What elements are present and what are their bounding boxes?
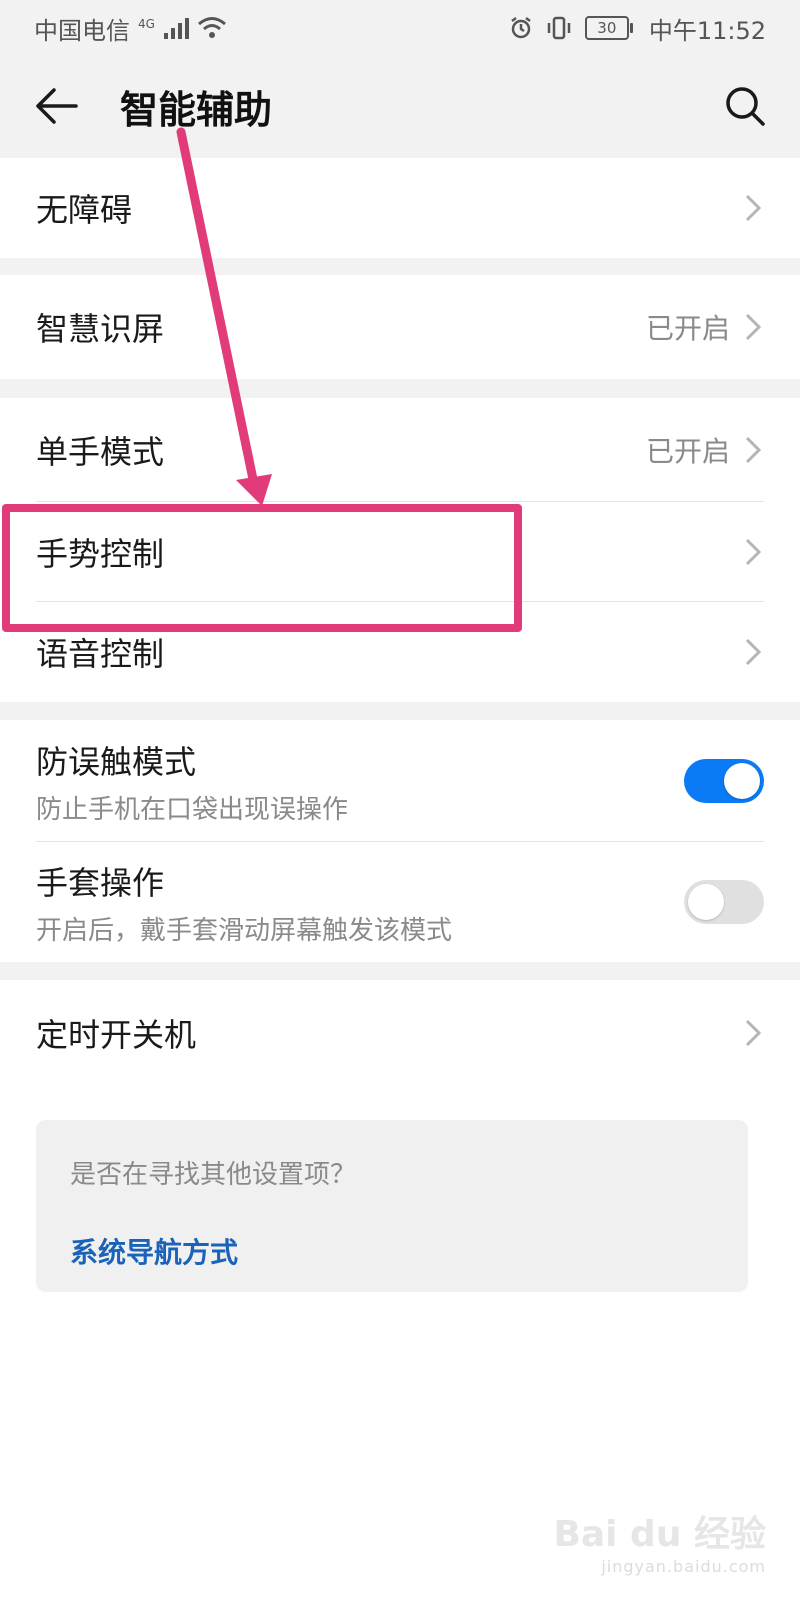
voice-control-item[interactable]: 语音控制 — [0, 602, 800, 702]
accessibility-item[interactable]: 无障碍 — [0, 158, 800, 258]
carrier-name: 中国电信 — [34, 16, 130, 45]
smart-screen-label: 智慧识屏 — [36, 310, 165, 348]
chevron-right-icon — [742, 637, 764, 667]
vibrate-icon — [547, 16, 571, 40]
gesture-control-item[interactable]: 手势控制 — [0, 502, 800, 602]
page-title: 智能辅助 — [120, 87, 273, 132]
gesture-control-label: 手势控制 — [36, 535, 165, 573]
anti-touch-toggle[interactable] — [684, 759, 764, 803]
status-bar: 中国电信 4G 30 中午11:52 — [0, 0, 800, 56]
one-hand-mode-status: 已开启 — [645, 435, 730, 468]
wifi-icon — [197, 17, 226, 38]
voice-control-label: 语音控制 — [36, 635, 165, 673]
scheduled-power-item[interactable]: 定时开关机 — [0, 980, 800, 1086]
back-button[interactable] — [34, 81, 84, 131]
alarm-icon — [511, 17, 531, 39]
suggestion-question: 是否在寻找其他设置项？ — [70, 1160, 357, 1190]
chevron-right-icon — [742, 312, 764, 342]
back-arrow-icon — [36, 88, 78, 124]
watermark-brand: Bai du 经验 — [553, 1514, 766, 1555]
smart-screen-item[interactable]: 智慧识屏 已开启 — [0, 275, 800, 379]
chevron-right-icon — [742, 537, 764, 567]
anti-touch-description: 防止手机在口袋出现误操作 — [36, 794, 349, 825]
anti-touch-label: 防误触模式 — [36, 742, 197, 781]
status-right: 30 中午11:52 — [509, 11, 766, 46]
accessibility-label: 无障碍 — [36, 191, 133, 229]
suggestion-box: 是否在寻找其他设置项？ 系统导航方式 — [36, 1120, 748, 1292]
smart-screen-card: 智慧识屏 已开启 — [0, 275, 800, 379]
glove-mode-label: 手套操作 — [36, 863, 165, 902]
smart-screen-status: 已开启 — [645, 312, 730, 345]
status-time: 中午11:52 — [648, 16, 766, 45]
anti-touch-item[interactable]: 防误触模式 防止手机在口袋出现误操作 — [0, 720, 800, 842]
controls-card: 单手模式 已开启 手势控制 语音控制 — [0, 398, 800, 702]
toggles-card: 防误触模式 防止手机在口袋出现误操作 手套操作 开启后，戴手套滑动屏幕触发该模式 — [0, 720, 800, 962]
battery-level: 30 — [597, 19, 617, 37]
glove-mode-toggle[interactable] — [684, 880, 764, 924]
status-left: 中国电信 4G — [34, 11, 227, 46]
network-type: 4G — [138, 16, 155, 31]
one-hand-mode-item[interactable]: 单手模式 已开启 — [0, 398, 800, 502]
watermark-url: jingyan.baidu.com — [601, 1557, 766, 1576]
toggle-knob — [724, 763, 760, 799]
one-hand-mode-label: 单手模式 — [36, 433, 165, 471]
glove-mode-text: 手套操作 开启后，戴手套滑动屏幕触发该模式 — [36, 858, 684, 947]
chevron-right-icon — [742, 193, 764, 223]
accessibility-card: 无障碍 — [0, 158, 800, 258]
scheduled-power-label: 定时开关机 — [36, 1016, 197, 1054]
search-icon — [726, 87, 765, 126]
glove-mode-description: 开启后，戴手套滑动屏幕触发该模式 — [36, 915, 453, 946]
battery-icon: 30 — [584, 16, 633, 40]
signal-icon — [163, 18, 189, 39]
system-navigation-link[interactable]: 系统导航方式 — [70, 1231, 714, 1271]
chevron-right-icon — [742, 1018, 764, 1048]
chevron-right-icon — [742, 435, 764, 465]
anti-touch-text: 防误触模式 防止手机在口袋出现误操作 — [36, 737, 684, 826]
glove-mode-item[interactable]: 手套操作 开启后，戴手套滑动屏幕触发该模式 — [0, 842, 800, 962]
app-bar: 智能辅助 — [0, 56, 800, 156]
toggle-knob — [688, 884, 724, 920]
baidu-watermark: Bai du 经验 jingyan.baidu.com — [553, 1505, 766, 1576]
search-button[interactable] — [716, 81, 766, 131]
